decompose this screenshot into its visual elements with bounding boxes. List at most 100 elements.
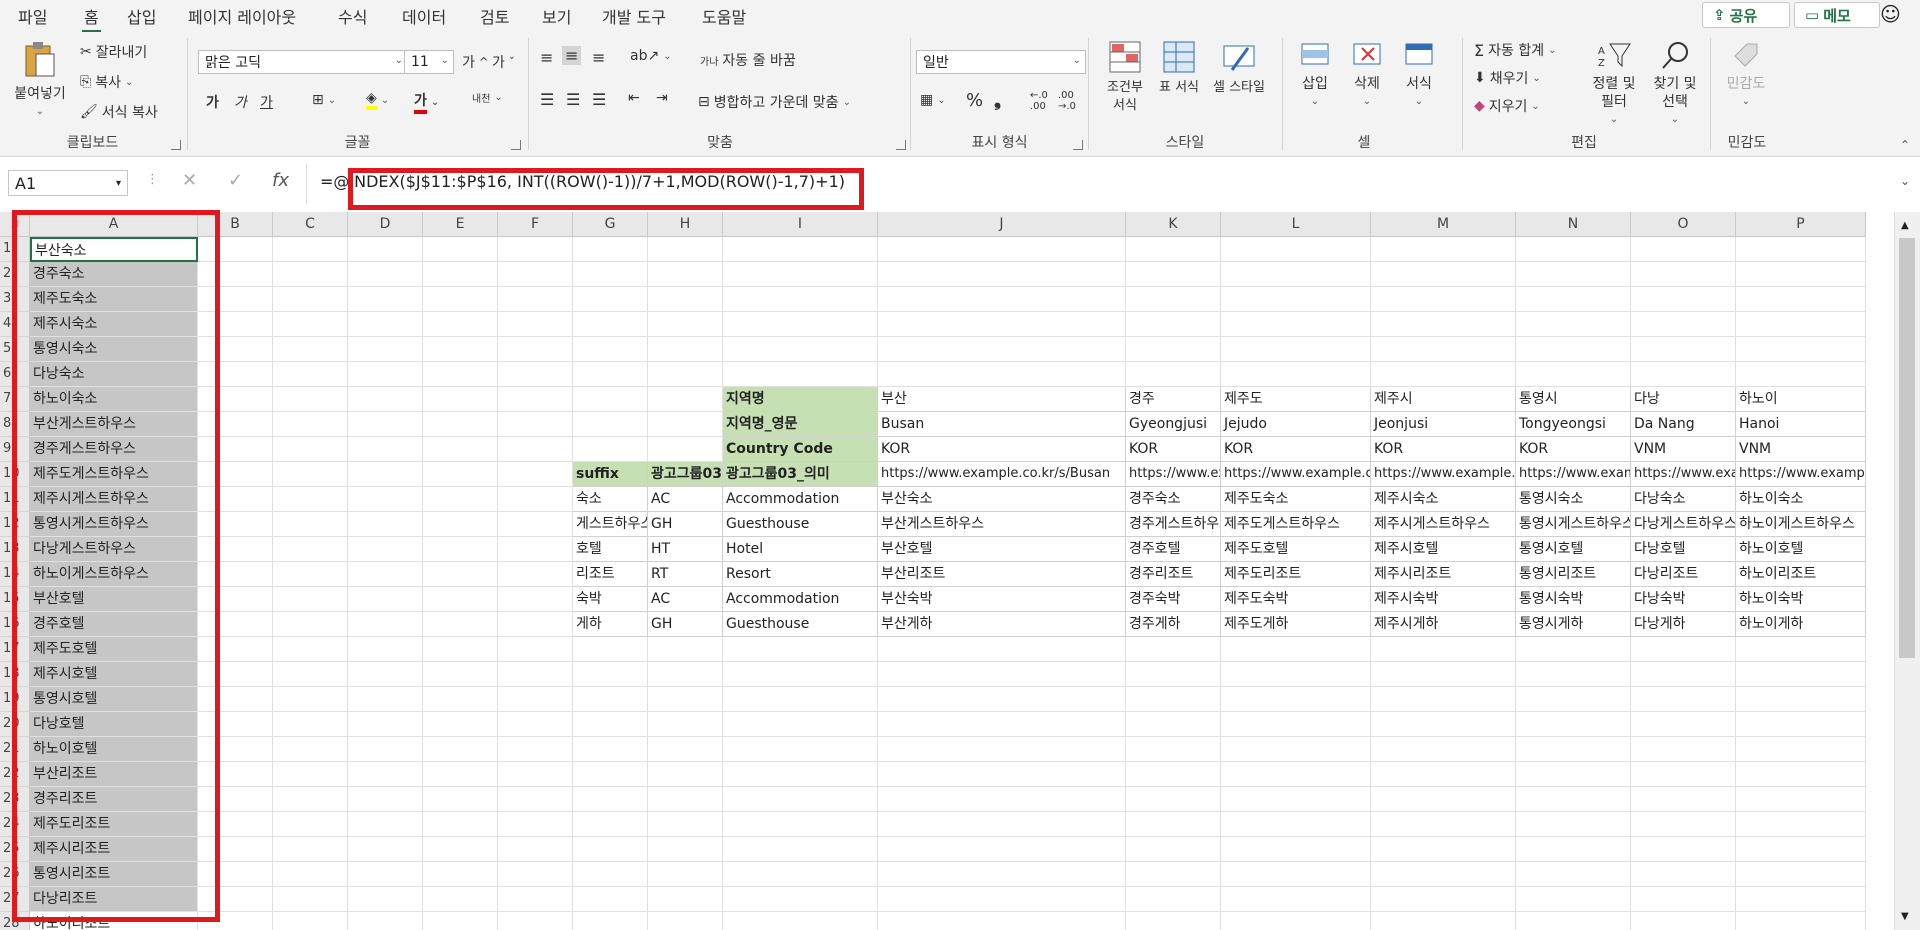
cell-H2[interactable] xyxy=(648,262,723,287)
cell-D1[interactable] xyxy=(348,237,423,262)
cell-E2[interactable] xyxy=(423,262,498,287)
cell-B25[interactable] xyxy=(198,837,273,862)
cell-C23[interactable] xyxy=(273,787,348,812)
cell-D2[interactable] xyxy=(348,262,423,287)
cell-L11[interactable]: 제주도숙소 xyxy=(1221,487,1371,512)
cell-O9[interactable]: VNM xyxy=(1631,437,1736,462)
cell-L22[interactable] xyxy=(1221,762,1371,787)
cell-J16[interactable]: 부산게하 xyxy=(878,612,1126,637)
vertical-scrollbar[interactable]: ▲ ▼ xyxy=(1894,212,1920,930)
format-cells-button[interactable]: 서식 ⌄ xyxy=(1396,40,1442,111)
cell-J8[interactable]: Busan xyxy=(878,412,1126,437)
cell-F16[interactable] xyxy=(498,612,573,637)
row-header[interactable]: 6 xyxy=(0,362,30,387)
cell-K24[interactable] xyxy=(1126,812,1221,837)
cell-F2[interactable] xyxy=(498,262,573,287)
cell-N26[interactable] xyxy=(1516,862,1631,887)
cell-H8[interactable] xyxy=(648,412,723,437)
cell-F12[interactable] xyxy=(498,512,573,537)
cell-N17[interactable] xyxy=(1516,637,1631,662)
cell-E11[interactable] xyxy=(423,487,498,512)
cell-I6[interactable] xyxy=(723,362,878,387)
cell-J6[interactable] xyxy=(878,362,1126,387)
cell-I18[interactable] xyxy=(723,662,878,687)
cell-I24[interactable] xyxy=(723,812,878,837)
cell-K2[interactable] xyxy=(1126,262,1221,287)
cell-D3[interactable] xyxy=(348,287,423,312)
grow-font-button[interactable]: 가 ^ xyxy=(462,52,489,72)
cell-E13[interactable] xyxy=(423,537,498,562)
accounting-button[interactable]: ▦ ⌄ xyxy=(920,92,946,108)
copy-button[interactable]: ⎘ 복사 ⌄ xyxy=(80,72,133,92)
cell-N27[interactable] xyxy=(1516,887,1631,912)
cell-K28[interactable] xyxy=(1126,912,1221,930)
fill-button[interactable]: ⬇ 채우기 ⌄ xyxy=(1474,68,1541,88)
cell-J15[interactable]: 부산숙박 xyxy=(878,587,1126,612)
cell-P7[interactable]: 하노이 xyxy=(1736,387,1866,412)
cell-M14[interactable]: 제주시리조트 xyxy=(1371,562,1516,587)
cell-N16[interactable]: 통영시게하 xyxy=(1516,612,1631,637)
cell-L12[interactable]: 제주도게스트하우스 xyxy=(1221,512,1371,537)
cell-P22[interactable] xyxy=(1736,762,1866,787)
cell-N19[interactable] xyxy=(1516,687,1631,712)
cell-I3[interactable] xyxy=(723,287,878,312)
cell-E7[interactable] xyxy=(423,387,498,412)
cell-D8[interactable] xyxy=(348,412,423,437)
cell-D14[interactable] xyxy=(348,562,423,587)
cell-I15[interactable]: Accommodation xyxy=(723,587,878,612)
cell-K19[interactable] xyxy=(1126,687,1221,712)
cell-G15[interactable]: 숙박 xyxy=(573,587,648,612)
cell-J2[interactable] xyxy=(878,262,1126,287)
cell-J28[interactable] xyxy=(878,912,1126,930)
cell-O19[interactable] xyxy=(1631,687,1736,712)
cell-E9[interactable] xyxy=(423,437,498,462)
cell-A8[interactable]: 부산게스트하우스 xyxy=(30,412,198,437)
cell-N11[interactable]: 통영시숙소 xyxy=(1516,487,1631,512)
insert-function-icon[interactable]: fx xyxy=(272,170,289,191)
cell-H27[interactable] xyxy=(648,887,723,912)
alignment-launcher[interactable] xyxy=(896,140,906,150)
row-header[interactable]: 23 xyxy=(0,787,30,812)
cell-O18[interactable] xyxy=(1631,662,1736,687)
cell-A16[interactable]: 경주호텔 xyxy=(30,612,198,637)
cell-N22[interactable] xyxy=(1516,762,1631,787)
cell-B2[interactable] xyxy=(198,262,273,287)
cell-J17[interactable] xyxy=(878,637,1126,662)
cell-E6[interactable] xyxy=(423,362,498,387)
cell-N24[interactable] xyxy=(1516,812,1631,837)
row-header[interactable]: 27 xyxy=(0,887,30,912)
cell-J20[interactable] xyxy=(878,712,1126,737)
cell-O17[interactable] xyxy=(1631,637,1736,662)
cell-G16[interactable]: 게하 xyxy=(573,612,648,637)
cell-L26[interactable] xyxy=(1221,862,1371,887)
cell-P14[interactable]: 하노이리조트 xyxy=(1736,562,1866,587)
cell-O24[interactable] xyxy=(1631,812,1736,837)
cell-G17[interactable] xyxy=(573,637,648,662)
cell-P23[interactable] xyxy=(1736,787,1866,812)
cell-H20[interactable] xyxy=(648,712,723,737)
cell-H9[interactable] xyxy=(648,437,723,462)
cell-J14[interactable]: 부산리조트 xyxy=(878,562,1126,587)
cell-F4[interactable] xyxy=(498,312,573,337)
cell-D26[interactable] xyxy=(348,862,423,887)
cell-J21[interactable] xyxy=(878,737,1126,762)
cell-C3[interactable] xyxy=(273,287,348,312)
cell-D7[interactable] xyxy=(348,387,423,412)
cell-J9[interactable]: KOR xyxy=(878,437,1126,462)
cell-D25[interactable] xyxy=(348,837,423,862)
cell-C4[interactable] xyxy=(273,312,348,337)
cell-J13[interactable]: 부산호텔 xyxy=(878,537,1126,562)
cell-K4[interactable] xyxy=(1126,312,1221,337)
cell-B27[interactable] xyxy=(198,887,273,912)
cell-D10[interactable] xyxy=(348,462,423,487)
column-header-j[interactable]: J xyxy=(878,212,1126,237)
cell-L13[interactable]: 제주도호텔 xyxy=(1221,537,1371,562)
cell-P8[interactable]: Hanoi xyxy=(1736,412,1866,437)
cell-M25[interactable] xyxy=(1371,837,1516,862)
cell-F23[interactable] xyxy=(498,787,573,812)
cell-C28[interactable] xyxy=(273,912,348,930)
cell-G18[interactable] xyxy=(573,662,648,687)
cell-C9[interactable] xyxy=(273,437,348,462)
row-header[interactable]: 17 xyxy=(0,637,30,662)
cell-D18[interactable] xyxy=(348,662,423,687)
